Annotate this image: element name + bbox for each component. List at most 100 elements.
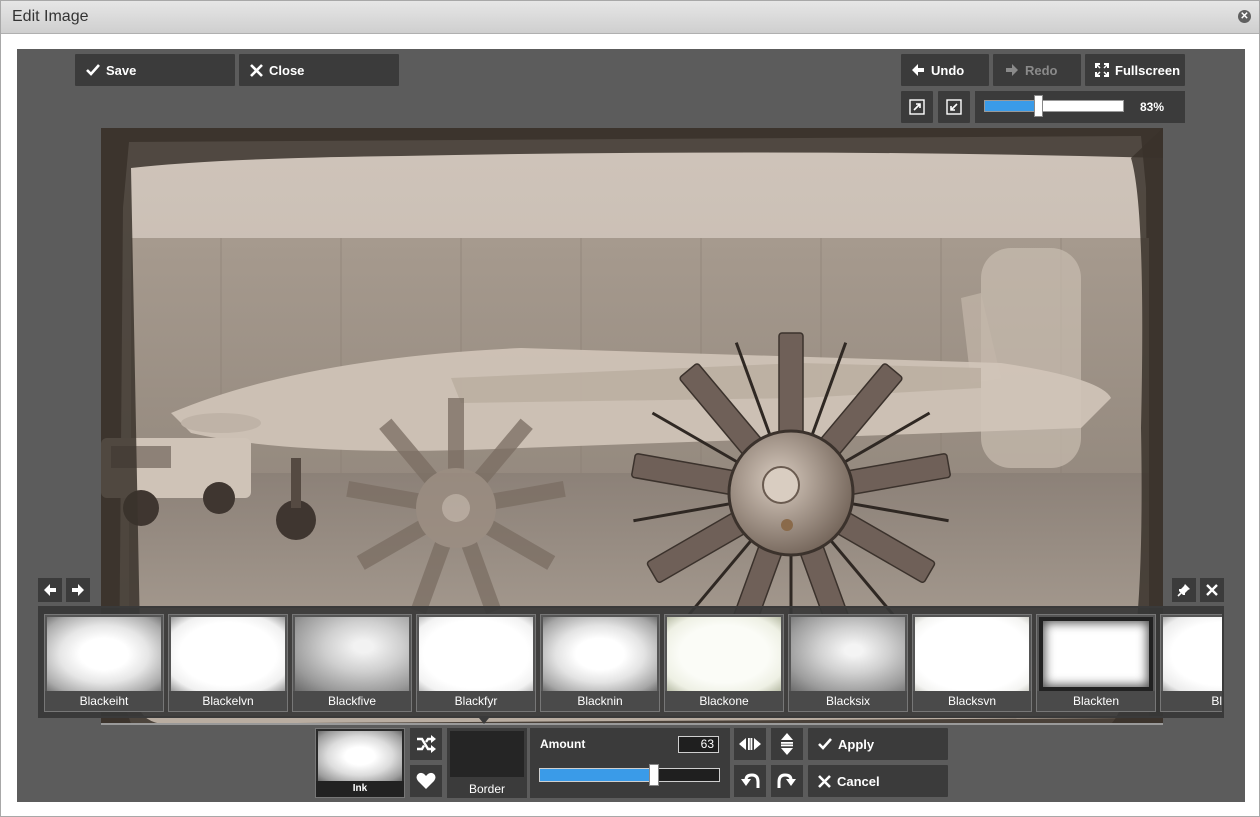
- rotate-right-icon: [777, 773, 796, 788]
- amount-control: Amount 63: [530, 728, 730, 798]
- arrow-right-icon: [1006, 64, 1018, 76]
- filters-next-button[interactable]: [66, 578, 90, 602]
- titlebar: Edit Image ✕: [1, 1, 1259, 34]
- arrow-right-icon: [72, 584, 84, 596]
- filter-thumb[interactable]: Blackone: [664, 614, 784, 712]
- filter-label: Blacknin: [541, 691, 659, 711]
- selected-filter-preview[interactable]: Ink: [315, 728, 405, 798]
- flip-vertical-button[interactable]: [771, 728, 803, 760]
- filter-label: Blackfive: [293, 691, 411, 711]
- zoom-actual-button[interactable]: [938, 91, 970, 123]
- apply-button[interactable]: Apply: [808, 728, 948, 760]
- close-icon: [1206, 584, 1218, 596]
- image-editor: Save Close Undo Redo Fullscreen 83% Blac…: [17, 49, 1245, 802]
- close-icon: [250, 63, 263, 77]
- rotate-left-icon: [741, 773, 760, 788]
- filters-prev-button[interactable]: [38, 578, 62, 602]
- zoom-slider-fill: [985, 101, 1039, 111]
- filter-label: Blacksvn: [913, 691, 1031, 711]
- cancel-button[interactable]: Cancel: [808, 765, 948, 797]
- shrink-icon: [946, 99, 962, 115]
- filter-label: Blackeiht: [45, 691, 163, 711]
- close-label: Close: [269, 62, 305, 78]
- filter-thumb[interactable]: Blackeiht: [44, 614, 164, 712]
- zoom-slider[interactable]: [984, 95, 1124, 117]
- zoom-fit-button[interactable]: [901, 91, 933, 123]
- filter-preview: [47, 617, 161, 691]
- filter-preview: [419, 617, 533, 691]
- filter-preview: [667, 617, 781, 691]
- save-label: Save: [106, 62, 137, 78]
- filter-thumbnail-strip: Blackeiht Blackelvn Blackfive Blackfyr B…: [38, 606, 1224, 718]
- filter-label: Blackelvn: [169, 691, 287, 711]
- filter-preview: [791, 617, 905, 691]
- redo-button[interactable]: Redo: [993, 54, 1081, 86]
- zoom-slider-thumb[interactable]: [1034, 95, 1043, 117]
- filter-label: Blackten: [1037, 691, 1155, 711]
- undo-button[interactable]: Undo: [901, 54, 989, 86]
- flip-horizontal-button[interactable]: [734, 728, 766, 760]
- filter-thumb[interactable]: Blackfyr: [416, 614, 536, 712]
- apply-label: Apply: [838, 736, 875, 752]
- amount-label: Amount: [540, 737, 586, 751]
- filter-label: Bla: [1161, 691, 1222, 711]
- close-button[interactable]: Close: [239, 54, 399, 86]
- rotate-left-button[interactable]: [734, 765, 766, 797]
- cancel-label: Cancel: [837, 773, 880, 789]
- zoom-percent: 83%: [1140, 100, 1165, 114]
- heart-icon: [416, 772, 436, 789]
- selected-filter-label: Ink: [316, 781, 404, 797]
- filter-label: Blackfyr: [417, 691, 535, 711]
- selected-pointer: [479, 718, 489, 724]
- filter-thumb[interactable]: Blackten: [1036, 614, 1156, 712]
- favorite-button[interactable]: [410, 765, 442, 797]
- redo-label: Redo: [1025, 62, 1058, 78]
- filter-thumb[interactable]: Bla: [1160, 614, 1222, 712]
- shuffle-button[interactable]: [410, 728, 442, 760]
- amount-slider-fill: [540, 769, 654, 781]
- amount-value[interactable]: 63: [678, 736, 719, 753]
- dialog-close-icon[interactable]: ✕: [1238, 10, 1251, 23]
- dialog-title: Edit Image: [12, 8, 89, 25]
- filter-preview: [1039, 617, 1153, 691]
- filter-preview: [171, 617, 285, 691]
- flip-vertical-icon: [781, 733, 793, 755]
- check-icon: [818, 738, 832, 750]
- border-label: Border: [468, 782, 506, 796]
- filter-preview: [543, 617, 657, 691]
- arrow-left-icon: [44, 584, 56, 596]
- filter-thumb[interactable]: Blacknin: [540, 614, 660, 712]
- zoom-control: 83%: [975, 91, 1185, 123]
- close-icon: [818, 774, 831, 788]
- filter-label: Blacksix: [789, 691, 907, 711]
- edit-image-dialog: Edit Image ✕ Save Close Undo Redo Fullsc…: [0, 0, 1260, 817]
- filter-thumb[interactable]: Blacksvn: [912, 614, 1032, 712]
- pin-strip-button[interactable]: [1172, 578, 1196, 602]
- shuffle-icon: [417, 735, 436, 753]
- undo-label: Undo: [931, 62, 965, 78]
- check-icon: [86, 64, 100, 76]
- filter-thumb[interactable]: Blackelvn: [168, 614, 288, 712]
- fullscreen-button[interactable]: Fullscreen: [1085, 54, 1185, 86]
- arrow-left-icon: [912, 64, 924, 76]
- expand-icon: [909, 99, 925, 115]
- fullscreen-label: Fullscreen: [1115, 62, 1181, 78]
- border-swatch: [450, 731, 524, 777]
- pin-icon: [1177, 584, 1190, 597]
- filter-preview: [915, 617, 1029, 691]
- save-button[interactable]: Save: [75, 54, 235, 86]
- border-selector[interactable]: Border: [447, 728, 527, 798]
- filter-label: Blackone: [665, 691, 783, 711]
- fullscreen-icon: [1095, 63, 1109, 77]
- amount-slider[interactable]: [539, 764, 720, 786]
- filter-thumb[interactable]: Blackfive: [292, 614, 412, 712]
- selected-filter-image: [318, 731, 402, 781]
- rotate-right-button[interactable]: [771, 765, 803, 797]
- canvas-bottom-edge: [101, 723, 1163, 725]
- filter-preview: [295, 617, 409, 691]
- amount-slider-thumb[interactable]: [649, 764, 659, 786]
- filter-preview: [1163, 617, 1222, 691]
- close-strip-button[interactable]: [1200, 578, 1224, 602]
- flip-horizontal-icon: [739, 738, 761, 750]
- filter-thumb[interactable]: Blacksix: [788, 614, 908, 712]
